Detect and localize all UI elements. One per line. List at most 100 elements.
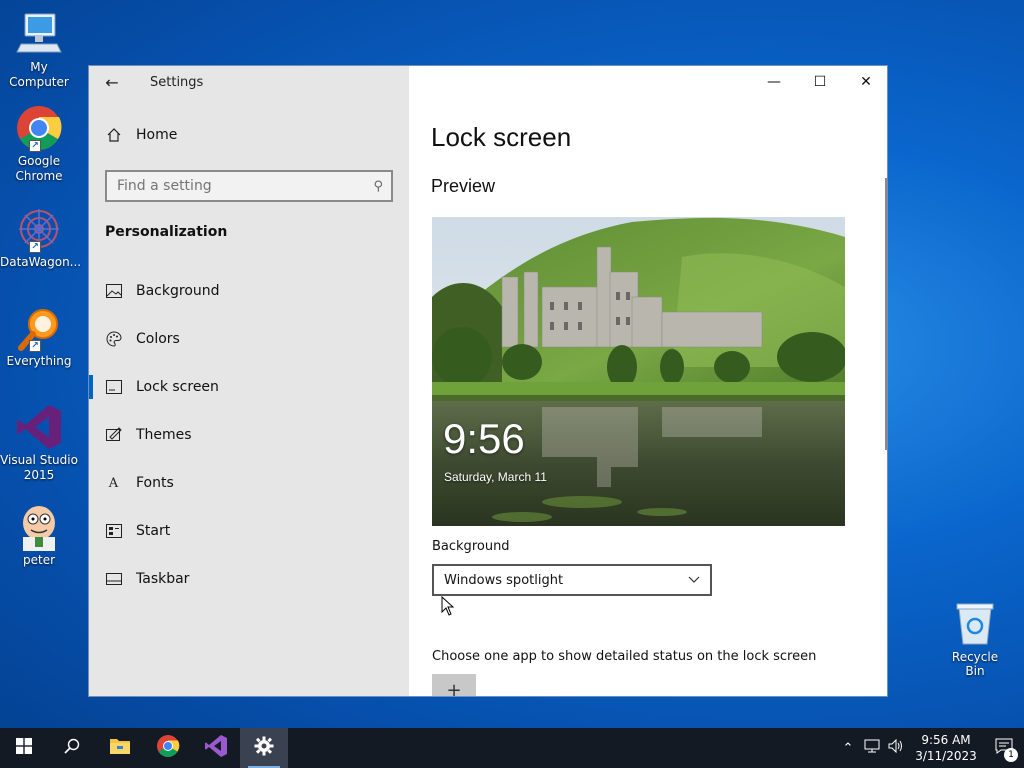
home-icon [105, 126, 122, 143]
search-icon: ⚲ [373, 178, 383, 194]
system-tray: ⌃ 9:56 AM 3/11/2023 1 [836, 728, 1024, 768]
desktop-icon-google-chrome[interactable]: ↗ Google Chrome [0, 104, 78, 184]
desktop-icon-label: Everything [6, 354, 72, 368]
network-icon[interactable] [860, 739, 884, 757]
preview-date: Saturday, March 11 [444, 470, 547, 484]
themes-icon [105, 427, 122, 444]
action-center-button[interactable]: 1 [984, 728, 1024, 768]
desktop-icon-recycle-bin[interactable]: Recycle Bin [942, 600, 1008, 678]
sidebar-item-taskbar[interactable]: Taskbar [89, 555, 409, 603]
chevron-down-icon [688, 573, 700, 588]
home-label: Home [136, 126, 178, 143]
search-setting-input[interactable] [117, 178, 347, 194]
taskbar-date: 3/11/2023 [915, 749, 977, 763]
taskbar-clock[interactable]: 9:56 AM 3/11/2023 [908, 732, 984, 764]
settings-sidebar: ← Settings Home ⚲ Personalization Backgr… [89, 66, 409, 696]
taskbar: ⌃ 9:56 AM 3/11/2023 1 [0, 728, 1024, 768]
gear-icon [254, 736, 274, 760]
visual-studio-icon [204, 734, 228, 762]
start-button[interactable] [0, 728, 48, 768]
sidebar-item-themes[interactable]: Themes [89, 411, 409, 459]
sidebar-item-label: Colors [136, 331, 180, 347]
desktop-icon-everything[interactable]: ↗ Everything [0, 304, 78, 369]
sidebar-item-label: Themes [136, 427, 192, 443]
content-scrollbar[interactable] [885, 178, 887, 450]
maximize-icon: ☐ [813, 74, 827, 90]
palette-icon [105, 331, 122, 348]
taskbar-icon [105, 571, 122, 588]
computer-icon [15, 10, 63, 58]
window-controls: — ☐ ✕ [751, 66, 887, 98]
lock-screen-preview: 9:56 Saturday, March 11 [432, 217, 845, 526]
windows-logo-icon [16, 738, 32, 758]
start-icon [105, 523, 122, 540]
lock-screen-icon [105, 379, 122, 396]
back-button[interactable]: ← [89, 66, 135, 98]
desktop-icon-datawagon[interactable]: ↗ DataWagon... [0, 205, 82, 270]
desktop-icon-label: DataWagon... [0, 255, 82, 269]
sidebar-item-colors[interactable]: Colors [89, 315, 409, 363]
taskbar-search-button[interactable] [48, 728, 96, 768]
desktop-icon-label: peter [22, 553, 56, 567]
page-title: Lock screen [431, 122, 572, 152]
sidebar-item-start[interactable]: Start [89, 507, 409, 555]
fonts-icon: A [108, 475, 119, 491]
background-dropdown-value: Windows spotlight [444, 572, 564, 588]
desktop-icon-label: Google Chrome [15, 154, 63, 183]
image-icon [105, 283, 122, 300]
sidebar-item-fonts[interactable]: A Fonts [89, 459, 409, 507]
status-app-label: Choose one app to show detailed status o… [432, 649, 817, 664]
home-nav-item[interactable]: Home [105, 126, 177, 143]
minimize-button[interactable]: — [751, 66, 797, 98]
desktop-icon-my-computer[interactable]: My Computer [0, 10, 78, 90]
sidebar-item-label: Lock screen [136, 379, 219, 395]
shortcut-arrow-icon: ↗ [29, 340, 41, 352]
sidebar-item-label: Background [136, 283, 220, 299]
maximize-button[interactable]: ☐ [797, 66, 843, 98]
sidebar-item-background[interactable]: Background [89, 267, 409, 315]
app-title: Settings [150, 74, 204, 90]
back-arrow-icon: ← [105, 72, 119, 92]
shortcut-arrow-icon: ↗ [29, 140, 41, 152]
peter-avatar-icon [15, 503, 63, 551]
sidebar-item-label: Start [136, 523, 171, 539]
recycle-bin-label: Recycle Bin [951, 650, 999, 678]
section-label: Personalization [105, 224, 228, 240]
chrome-icon [156, 734, 180, 762]
desktop-icon-label: My Computer [9, 60, 69, 89]
preview-heading: Preview [431, 176, 496, 196]
chrome-icon: ↗ [15, 104, 63, 152]
recycle-bin-icon [953, 600, 997, 646]
settings-content: — ☐ ✕ Lock screen Preview 9:56 Saturday,… [409, 66, 887, 697]
notification-count-badge: 1 [1004, 748, 1018, 762]
taskbar-chrome[interactable] [144, 728, 192, 768]
desktop-icon-visual-studio[interactable]: Visual Studio 2015 [0, 403, 78, 483]
folder-icon [109, 737, 131, 759]
close-icon: ✕ [860, 74, 872, 90]
desktop-icon-label: Visual Studio 2015 [0, 453, 78, 482]
visual-studio-icon [15, 403, 63, 451]
volume-icon[interactable] [884, 738, 908, 757]
taskbar-visual-studio[interactable] [192, 728, 240, 768]
taskbar-file-explorer[interactable] [96, 728, 144, 768]
search-setting-box[interactable]: ⚲ [105, 170, 393, 202]
datawagon-icon: ↗ [15, 205, 63, 253]
chevron-up-icon[interactable]: ⌃ [836, 741, 860, 756]
background-label: Background [432, 539, 510, 554]
minimize-icon: — [767, 74, 781, 90]
shortcut-arrow-icon: ↗ [29, 241, 41, 253]
sidebar-item-label: Taskbar [136, 571, 190, 587]
search-icon [64, 738, 80, 758]
title-bar: ← Settings [89, 66, 409, 98]
preview-clock: 9:56 [443, 415, 525, 462]
sidebar-item-lock-screen[interactable]: Lock screen [89, 363, 409, 411]
close-button[interactable]: ✕ [843, 66, 887, 98]
everything-search-icon: ↗ [15, 304, 63, 352]
background-dropdown[interactable]: Windows spotlight [432, 564, 712, 596]
plus-icon: + [446, 680, 462, 697]
taskbar-settings[interactable] [240, 728, 288, 768]
desktop-icon-peter[interactable]: peter [0, 503, 78, 568]
taskbar-time: 9:56 AM [921, 733, 971, 747]
mouse-cursor-icon [441, 596, 455, 616]
add-status-app-button[interactable]: + [432, 674, 476, 697]
